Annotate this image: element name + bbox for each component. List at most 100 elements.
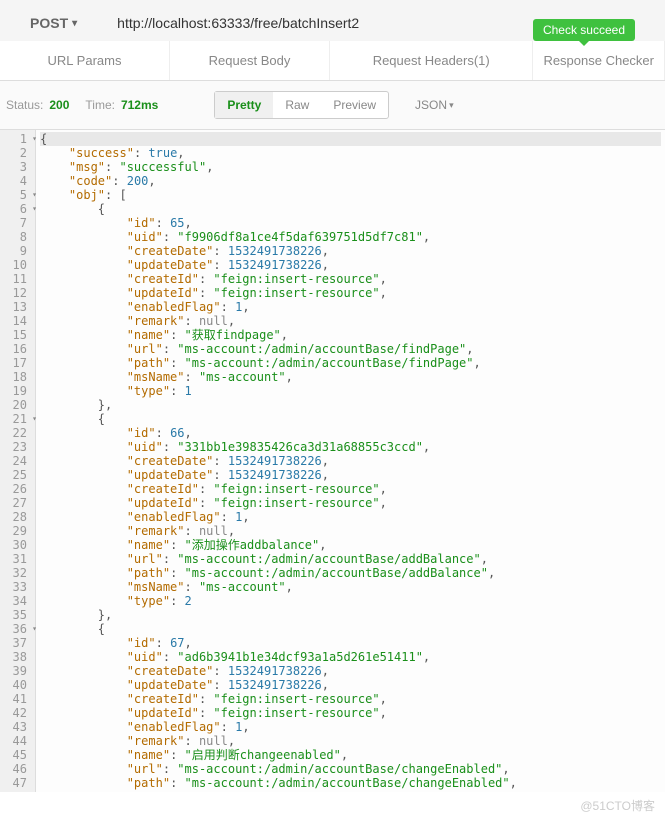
code-line[interactable]: "createId": "feign:insert-resource", xyxy=(40,482,661,496)
line-number: 25 xyxy=(4,468,27,482)
watermark: @51CTO博客 xyxy=(580,797,655,814)
code-area[interactable]: { "success": true, "msg": "successful", … xyxy=(36,130,665,792)
line-number: 35 xyxy=(4,608,27,622)
tab-response-checker[interactable]: Response Checker xyxy=(533,41,665,80)
line-number: 20 xyxy=(4,398,27,412)
code-line[interactable]: "createDate": 1532491738226, xyxy=(40,244,661,258)
code-line[interactable]: "enabledFlag": 1, xyxy=(40,720,661,734)
request-tabs: Check succeed URL Params Request Body Re… xyxy=(0,41,665,81)
code-line[interactable]: }, xyxy=(40,608,661,622)
code-line[interactable]: { xyxy=(40,622,661,636)
view-pretty-button[interactable]: Pretty xyxy=(215,92,273,118)
line-number: 38 xyxy=(4,650,27,664)
code-line[interactable]: "updateDate": 1532491738226, xyxy=(40,258,661,272)
code-line[interactable]: "url": "ms-account:/admin/accountBase/fi… xyxy=(40,342,661,356)
code-line[interactable]: "msName": "ms-account", xyxy=(40,370,661,384)
line-number: 36 xyxy=(4,622,27,636)
view-preview-button[interactable]: Preview xyxy=(321,92,388,118)
line-number: 4 xyxy=(4,174,27,188)
line-number: 42 xyxy=(4,706,27,720)
line-number: 19 xyxy=(4,384,27,398)
code-line[interactable]: "remark": null, xyxy=(40,734,661,748)
time-label: Time: xyxy=(85,98,115,112)
line-number: 12 xyxy=(4,286,27,300)
line-number: 26 xyxy=(4,482,27,496)
code-line[interactable]: "url": "ms-account:/admin/accountBase/ch… xyxy=(40,762,661,776)
line-number: 18 xyxy=(4,370,27,384)
code-line[interactable]: "remark": null, xyxy=(40,314,661,328)
response-editor[interactable]: 1234567891011121314151617181920212223242… xyxy=(0,129,665,792)
line-number: 43 xyxy=(4,720,27,734)
code-line[interactable]: "name": "启用判断changeenabled", xyxy=(40,748,661,762)
line-number: 29 xyxy=(4,524,27,538)
view-mode-toggle: Pretty Raw Preview xyxy=(214,91,389,119)
code-line[interactable]: "uid": "f9906df8a1ce4f5daf639751d5df7c81… xyxy=(40,230,661,244)
http-method-label: POST xyxy=(30,15,68,31)
code-line[interactable]: "msg": "successful", xyxy=(40,160,661,174)
line-number: 6 xyxy=(4,202,27,216)
code-line[interactable]: "url": "ms-account:/admin/accountBase/ad… xyxy=(40,552,661,566)
line-number: 47 xyxy=(4,776,27,790)
code-line[interactable]: "createId": "feign:insert-resource", xyxy=(40,272,661,286)
code-line[interactable]: "updateId": "feign:insert-resource", xyxy=(40,286,661,300)
code-line[interactable]: "code": 200, xyxy=(40,174,661,188)
line-number: 34 xyxy=(4,594,27,608)
line-number: 30 xyxy=(4,538,27,552)
code-line[interactable]: "id": 67, xyxy=(40,636,661,650)
code-line[interactable]: "uid": "ad6b3941b1e34dcf93a1a5d261e51411… xyxy=(40,650,661,664)
code-line[interactable]: "updateDate": 1532491738226, xyxy=(40,468,661,482)
line-number: 15 xyxy=(4,328,27,342)
tab-request-body[interactable]: Request Body xyxy=(170,41,330,80)
chevron-down-icon: ▾ xyxy=(449,100,454,111)
line-number: 16 xyxy=(4,342,27,356)
code-line[interactable]: "updateId": "feign:insert-resource", xyxy=(40,496,661,510)
line-number: 31 xyxy=(4,552,27,566)
response-status-bar: Status: 200 Time: 712ms Pretty Raw Previ… xyxy=(0,81,665,129)
line-number: 17 xyxy=(4,356,27,370)
code-line[interactable]: { xyxy=(40,412,661,426)
code-line[interactable]: "createDate": 1532491738226, xyxy=(40,664,661,678)
code-line[interactable]: "type": 2 xyxy=(40,594,661,608)
line-number: 1 xyxy=(4,132,27,146)
code-line[interactable]: "id": 65, xyxy=(40,216,661,230)
code-line[interactable]: "path": "ms-account:/admin/accountBase/c… xyxy=(40,776,661,790)
view-raw-button[interactable]: Raw xyxy=(273,92,321,118)
status-label: Status: xyxy=(6,98,43,112)
code-line[interactable]: "id": 66, xyxy=(40,426,661,440)
line-number: 2 xyxy=(4,146,27,160)
line-gutter: 1234567891011121314151617181920212223242… xyxy=(0,130,36,792)
tab-request-headers[interactable]: Request Headers(1) xyxy=(330,41,533,80)
code-line[interactable]: "remark": null, xyxy=(40,524,661,538)
tab-url-params[interactable]: URL Params xyxy=(0,41,170,80)
format-select[interactable]: JSON ▾ xyxy=(415,98,454,112)
code-line[interactable]: "enabledFlag": 1, xyxy=(40,300,661,314)
code-line[interactable]: "name": "获取findpage", xyxy=(40,328,661,342)
code-line[interactable]: "updateId": "feign:insert-resource", xyxy=(40,706,661,720)
code-line[interactable]: "updateDate": 1532491738226, xyxy=(40,678,661,692)
code-line[interactable]: "success": true, xyxy=(40,146,661,160)
code-line[interactable]: "type": 1 xyxy=(40,384,661,398)
code-line[interactable]: "msName": "ms-account", xyxy=(40,580,661,594)
code-line[interactable]: }, xyxy=(40,398,661,412)
code-line[interactable]: "createDate": 1532491738226, xyxy=(40,454,661,468)
code-line[interactable]: { xyxy=(40,132,661,146)
line-number: 14 xyxy=(4,314,27,328)
http-method-select[interactable]: POST ▾ xyxy=(30,15,77,31)
code-line[interactable]: "name": "添加操作addbalance", xyxy=(40,538,661,552)
code-line[interactable]: "createId": "feign:insert-resource", xyxy=(40,692,661,706)
line-number: 22 xyxy=(4,426,27,440)
code-line[interactable]: { xyxy=(40,202,661,216)
code-line[interactable]: "obj": [ xyxy=(40,188,661,202)
line-number: 9 xyxy=(4,244,27,258)
line-number: 11 xyxy=(4,272,27,286)
code-line[interactable]: "path": "ms-account:/admin/accountBase/a… xyxy=(40,566,661,580)
code-line[interactable]: "uid": "331bb1e39835426ca3d31a68855c3ccd… xyxy=(40,440,661,454)
line-number: 37 xyxy=(4,636,27,650)
code-line[interactable]: "enabledFlag": 1, xyxy=(40,510,661,524)
line-number: 5 xyxy=(4,188,27,202)
line-number: 13 xyxy=(4,300,27,314)
line-number: 44 xyxy=(4,734,27,748)
code-line[interactable]: "path": "ms-account:/admin/accountBase/f… xyxy=(40,356,661,370)
line-number: 33 xyxy=(4,580,27,594)
line-number: 28 xyxy=(4,510,27,524)
